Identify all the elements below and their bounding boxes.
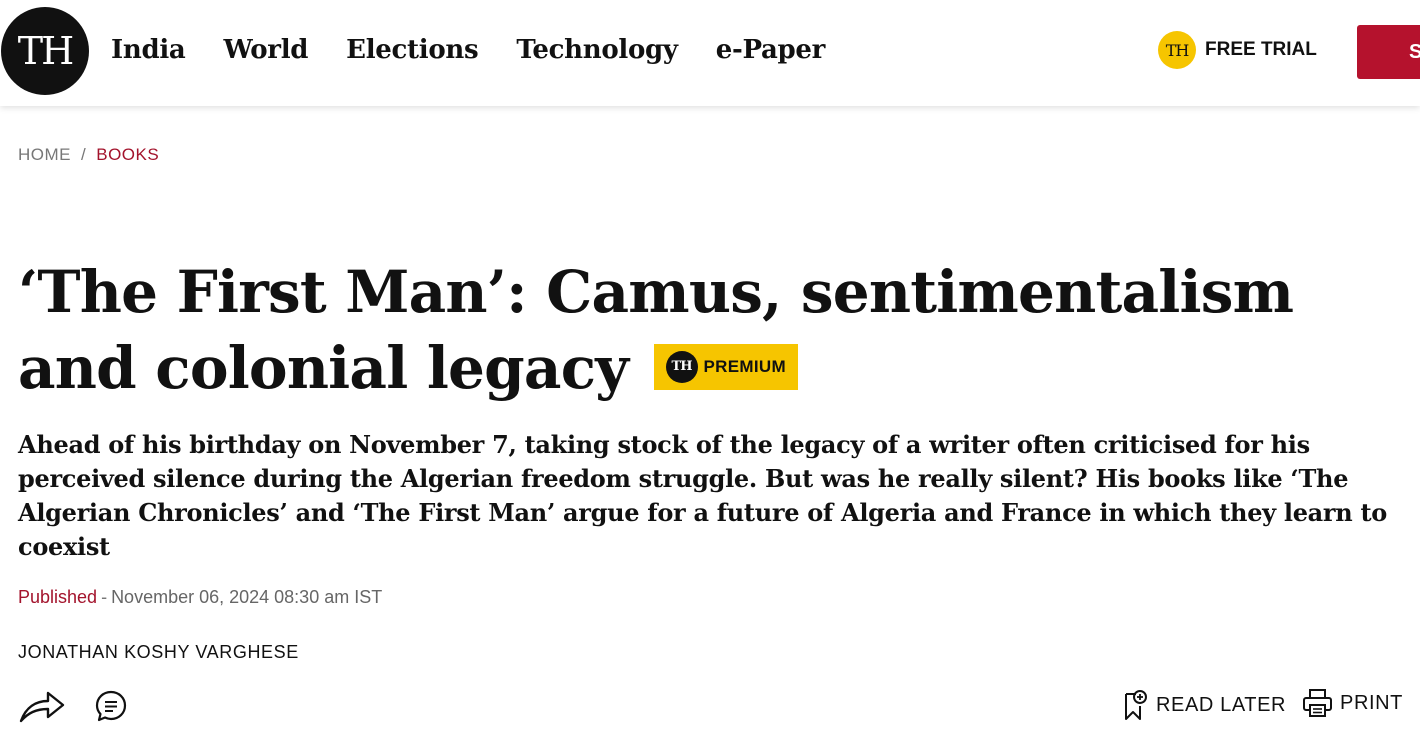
site-logo[interactable]: TH [1, 7, 89, 95]
breadcrumb-separator: / [81, 145, 87, 164]
published-line: Published - November 06, 2024 08:30 am IST [18, 587, 382, 608]
th-badge-icon: TH [1158, 31, 1196, 69]
share-icon[interactable] [18, 685, 66, 725]
read-later-button[interactable]: READ LATER [1122, 688, 1286, 722]
print-button[interactable]: PRINT [1302, 688, 1403, 718]
print-label: PRINT [1340, 691, 1403, 714]
article-title: ‘The First Man’: Camus, sentimentalism a… [18, 254, 1398, 406]
breadcrumb-category[interactable]: BOOKS [96, 145, 159, 164]
site-header: TH India World Elections Technology e-Pa… [0, 0, 1420, 106]
free-trial-label: FREE TRIAL [1205, 39, 1317, 60]
premium-badge: TH PREMIUM [653, 344, 798, 390]
published-label: Published [18, 587, 98, 607]
bookmark-add-icon [1125, 690, 1147, 720]
printer-icon [1303, 689, 1332, 717]
nav-item-technology[interactable]: Technology [516, 28, 678, 72]
th-premium-logo-icon: TH [665, 351, 698, 383]
nav-item-india[interactable]: India [111, 28, 186, 72]
nav-item-world[interactable]: World [223, 28, 308, 72]
article-subtitle: Ahead of his birthday on November 7, tak… [18, 430, 1387, 561]
main-nav: India World Elections Technology e-Paper [111, 28, 825, 72]
premium-label: PREMIUM [703, 357, 786, 376]
comment-icon[interactable] [94, 689, 128, 723]
published-date: November 06, 2024 08:30 am IST [111, 587, 383, 607]
free-trial-link[interactable]: TH FREE TRIAL [1158, 31, 1317, 69]
read-later-label: READ LATER [1156, 693, 1287, 716]
nav-item-epaper[interactable]: e-Paper [716, 28, 826, 72]
nav-item-elections[interactable]: Elections [346, 28, 478, 72]
breadcrumb-home[interactable]: HOME [18, 145, 71, 164]
author-name[interactable]: JONATHAN KOSHY VARGHESE [18, 642, 299, 663]
published-separator: - [101, 587, 108, 607]
subscribe-button[interactable]: S [1357, 25, 1420, 79]
breadcrumb: HOME / BOOKS [18, 145, 159, 165]
